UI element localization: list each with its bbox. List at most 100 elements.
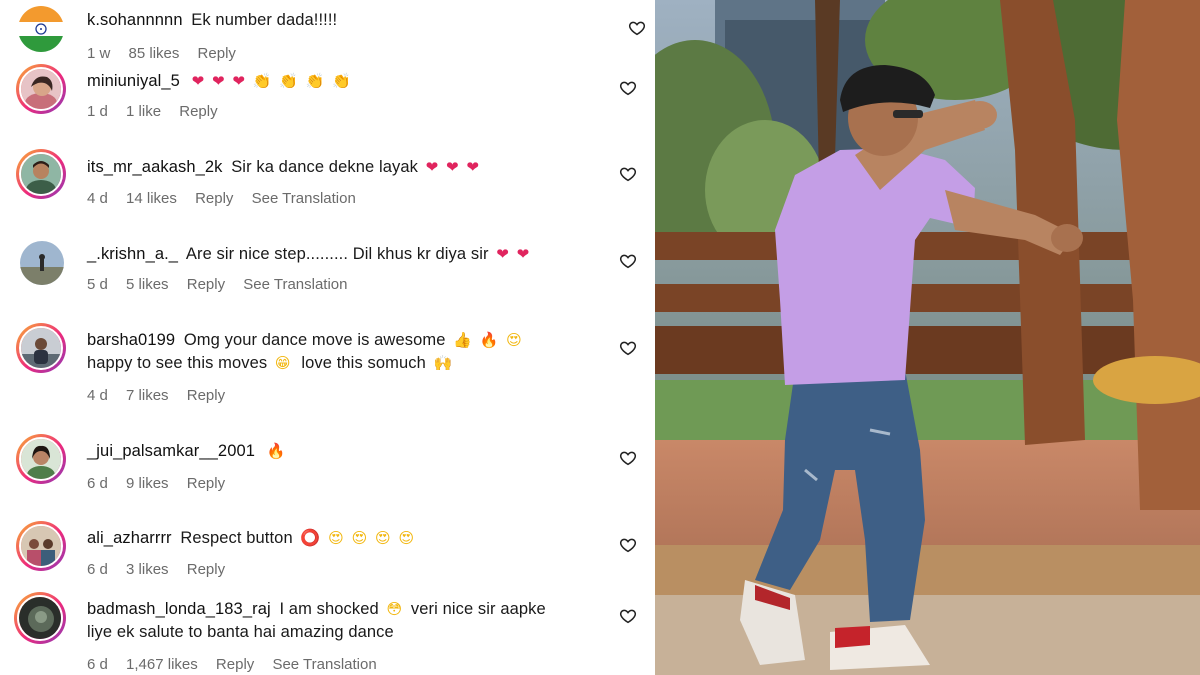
- see-translation-button[interactable]: See Translation: [243, 276, 347, 293]
- reply-button[interactable]: Reply: [187, 475, 225, 492]
- avatar[interactable]: [16, 64, 66, 114]
- comment-likes[interactable]: 1 like: [126, 103, 161, 120]
- girl-portrait-avatar-image: [19, 437, 63, 481]
- comment-meta: 6 d 1,467 likes Reply See Translation: [87, 656, 391, 673]
- avatar[interactable]: [18, 6, 64, 52]
- avatar[interactable]: [16, 521, 66, 571]
- reply-button[interactable]: Reply: [198, 45, 236, 62]
- comment-likes[interactable]: 5 likes: [126, 276, 169, 293]
- comment-body: _jui_palsamkar__2001 🔥: [87, 440, 587, 463]
- see-translation-button[interactable]: See Translation: [272, 656, 376, 673]
- heart-emoji-icon: ❤: [496, 246, 509, 264]
- flushed-face-emoji-icon: 😳: [386, 601, 403, 619]
- reply-button[interactable]: Reply: [179, 103, 217, 120]
- avatar-picture: [21, 69, 61, 109]
- dancing-man-video-still: [655, 0, 1200, 675]
- heart-emoji-icon: ❤: [446, 159, 459, 177]
- comment-age: 1 w: [87, 45, 111, 62]
- reel-video-frame[interactable]: [655, 0, 1200, 675]
- man-portrait-avatar-image: [19, 152, 63, 196]
- comment-age: 5 d: [87, 276, 108, 293]
- heart-outline-icon[interactable]: [619, 449, 637, 467]
- landscape-avatar-image: [20, 241, 64, 285]
- comment-body: ali_azharrrr Respect button ⭕ 😍 😍 😍 😍: [87, 527, 587, 550]
- comment-likes[interactable]: 85 likes: [129, 45, 180, 62]
- avatar-picture: [21, 526, 61, 566]
- reply-button[interactable]: Reply: [187, 387, 225, 404]
- comment-body: _.krishn_a._ Are sir nice step......... …: [87, 243, 587, 266]
- fire-emoji-icon: 🔥: [479, 332, 499, 350]
- reply-button[interactable]: Reply: [195, 190, 233, 207]
- reply-button[interactable]: Reply: [187, 276, 225, 293]
- comment-username[interactable]: k.sohannnnn: [87, 11, 183, 29]
- avatar-picture: [19, 597, 61, 639]
- heart-outline-icon[interactable]: [619, 79, 637, 97]
- heart-outline-icon[interactable]: [619, 339, 637, 357]
- comment-meta: 4 d 14 likes Reply See Translation: [87, 190, 370, 207]
- comment-username[interactable]: _jui_palsamkar__2001: [87, 442, 255, 460]
- clap-emoji-icon: 👏: [279, 73, 298, 91]
- comment-username[interactable]: badmash_londa_183_raj: [87, 600, 271, 618]
- comment-likes[interactable]: 14 likes: [126, 190, 177, 207]
- comment-username[interactable]: its_mr_aakash_2k: [87, 158, 223, 176]
- comment-username[interactable]: _.krishn_a._: [87, 245, 178, 263]
- comment-likes[interactable]: 9 likes: [126, 475, 169, 492]
- avatar[interactable]: [16, 434, 66, 484]
- avatar-picture: [20, 241, 64, 285]
- comment-likes[interactable]: 7 likes: [126, 387, 169, 404]
- reply-button[interactable]: Reply: [187, 561, 225, 578]
- group-photo-avatar-image: [19, 524, 63, 568]
- fire-emoji-icon: 🔥: [266, 443, 286, 461]
- comment-username[interactable]: barsha0199: [87, 331, 175, 349]
- heart-outline-icon[interactable]: [619, 252, 637, 270]
- hollow-circle-emoji-icon: ⭕: [300, 530, 321, 548]
- heart-outline-icon[interactable]: [619, 165, 637, 183]
- reply-button[interactable]: Reply: [216, 656, 254, 673]
- comment-meta: 6 d 3 likes Reply: [87, 561, 239, 578]
- clap-emoji-icon: 👏: [305, 73, 325, 91]
- avatar-picture: [21, 439, 61, 479]
- heart-outline-icon[interactable]: [619, 607, 637, 625]
- comment-body: its_mr_aakash_2k Sir ka dance dekne laya…: [87, 156, 587, 179]
- comment-line: badmash_londa_183_raj I am shocked 😳 ver…: [87, 598, 607, 621]
- comment-text: liye ek salute to banta hai amazing danc…: [87, 623, 394, 642]
- clap-emoji-icon: 👏: [252, 73, 272, 91]
- avatar[interactable]: [20, 241, 64, 285]
- comment-text: Ek number dada!!!!!: [191, 11, 338, 29]
- heart-eyes-emoji-icon: 😍: [328, 530, 344, 548]
- heart-emoji-icon: ❤: [425, 159, 439, 177]
- heart-emoji-icon: ❤: [232, 73, 245, 91]
- avatar[interactable]: [16, 149, 66, 199]
- heart-eyes-emoji-icon: 😍: [375, 530, 391, 548]
- comment-text: Respect button: [180, 529, 293, 547]
- comment-text: Sir ka dance dekne layak: [231, 158, 418, 176]
- comment-age: 6 d: [87, 656, 108, 673]
- heart-emoji-icon: ❤: [466, 159, 480, 177]
- see-translation-button[interactable]: See Translation: [252, 190, 356, 207]
- dark-portrait-avatar-image: [17, 595, 63, 641]
- avatar[interactable]: [14, 592, 66, 644]
- comment-username[interactable]: miniuniyal_5: [87, 72, 180, 90]
- raised-hands-emoji-icon: 🙌: [433, 355, 453, 373]
- comment-body: badmash_londa_183_raj I am shocked 😳 ver…: [87, 598, 607, 644]
- comment-username[interactable]: ali_azharrrr: [87, 529, 172, 547]
- comment-meta: 1 d 1 like Reply: [87, 103, 232, 120]
- comment-body: miniuniyal_5 ❤ ❤ ❤ 👏 👏 👏 👏: [87, 70, 587, 93]
- avatar-picture: [21, 328, 61, 368]
- comment-text: I am shocked: [279, 600, 379, 618]
- india-flag-avatar-image: [18, 6, 64, 52]
- comment-age: 4 d: [87, 190, 108, 207]
- girl-selfie-avatar-image: [19, 67, 63, 111]
- grinning-emoji-icon: 😁: [274, 355, 291, 373]
- comments-panel: k.sohannnnn Ek number dada!!!!! 1 w 85 l…: [0, 0, 655, 675]
- heart-outline-icon[interactable]: [628, 19, 646, 37]
- comment-likes[interactable]: 1,467 likes: [126, 656, 198, 673]
- comment-meta: 1 w 85 likes Reply: [87, 45, 250, 62]
- comment-body: k.sohannnnn Ek number dada!!!!!: [87, 9, 587, 32]
- avatar-picture: [21, 154, 61, 194]
- comment-likes[interactable]: 3 likes: [126, 561, 169, 578]
- avatar[interactable]: [16, 323, 66, 373]
- heart-outline-icon[interactable]: [619, 536, 637, 554]
- comment-line: barsha0199 Omg your dance move is awesom…: [87, 329, 587, 352]
- comment-body: barsha0199 Omg your dance move is awesom…: [87, 329, 587, 375]
